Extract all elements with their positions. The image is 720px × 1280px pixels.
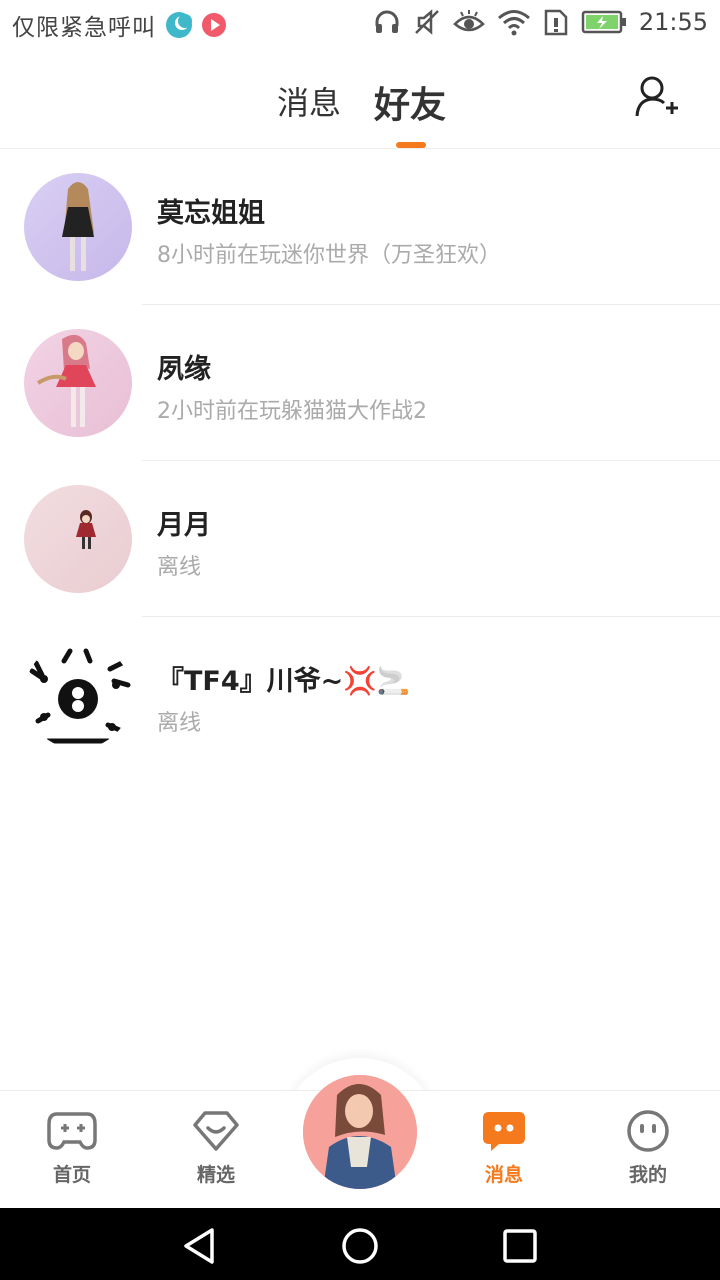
wifi-icon: [497, 8, 531, 36]
mute-icon: [413, 8, 441, 36]
moon-icon: [166, 12, 192, 38]
headphones-icon: [373, 8, 401, 36]
avatar[interactable]: [24, 641, 132, 749]
recents-icon[interactable]: [500, 1226, 540, 1266]
friend-row[interactable]: 夙缘 2小时前在玩躲猫猫大作战2: [0, 305, 720, 461]
carrier-text: 仅限紧急呼叫: [12, 15, 156, 41]
friend-status: 2小时前在玩躲猫猫大作战2: [157, 399, 427, 424]
nav-me-label: 我的: [628, 1164, 667, 1186]
nav-messages[interactable]: 消息: [454, 1110, 554, 1187]
tab-messages[interactable]: 消息: [277, 78, 341, 124]
record-icon: [202, 13, 226, 37]
nav-featured-label: 精选: [196, 1164, 235, 1186]
battery-icon: [581, 9, 627, 35]
sim-icon: [543, 8, 569, 36]
face-icon: [625, 1110, 671, 1156]
nav-me[interactable]: 我的: [598, 1110, 698, 1187]
friend-name: 夙缘: [157, 354, 211, 385]
header: 消息 好友: [0, 50, 720, 149]
nav-featured[interactable]: 精选: [166, 1110, 266, 1187]
friend-status: 8小时前在玩迷你世界（万圣狂欢）: [157, 243, 501, 268]
eye-icon: [452, 8, 485, 36]
back-icon[interactable]: [180, 1226, 220, 1266]
chat-icon: [481, 1112, 527, 1156]
avatar[interactable]: [24, 485, 132, 593]
status-bar: 仅限紧急呼叫 21:55: [0, 0, 720, 50]
avatar[interactable]: [24, 173, 132, 281]
gamepad-icon: [47, 1112, 97, 1156]
friend-row[interactable]: 『TF4』川爷~💢🚬 离线: [0, 617, 720, 773]
clock-time: 21:55: [638, 8, 708, 36]
friend-list: 莫忘姐姐 8小时前在玩迷你世界（万圣狂欢） 夙缘 2小时前在玩躲猫猫大作战2 月…: [0, 149, 720, 773]
nav-home-label: 首页: [52, 1164, 91, 1186]
active-tab-indicator: [396, 142, 426, 148]
friend-row[interactable]: 月月 离线: [0, 461, 720, 617]
friend-row[interactable]: 莫忘姐姐 8小时前在玩迷你世界（万圣狂欢）: [0, 149, 720, 305]
friend-status: 离线: [157, 555, 202, 580]
system-nav-bar: [0, 1208, 720, 1280]
tab-friends[interactable]: 好友: [374, 76, 446, 128]
nav-messages-label: 消息: [484, 1164, 523, 1186]
nav-home[interactable]: 首页: [22, 1110, 122, 1187]
friend-name: 莫忘姐姐: [157, 198, 265, 229]
add-person-icon[interactable]: [634, 74, 680, 120]
my-avatar-button[interactable]: [303, 1075, 417, 1189]
friend-name: 月月: [157, 510, 211, 541]
home-icon[interactable]: [340, 1226, 380, 1266]
avatar[interactable]: [24, 329, 132, 437]
friend-name: 『TF4』川爷~💢🚬: [157, 666, 411, 697]
heart-badge-icon: [191, 1111, 241, 1156]
friend-status: 离线: [157, 711, 202, 736]
